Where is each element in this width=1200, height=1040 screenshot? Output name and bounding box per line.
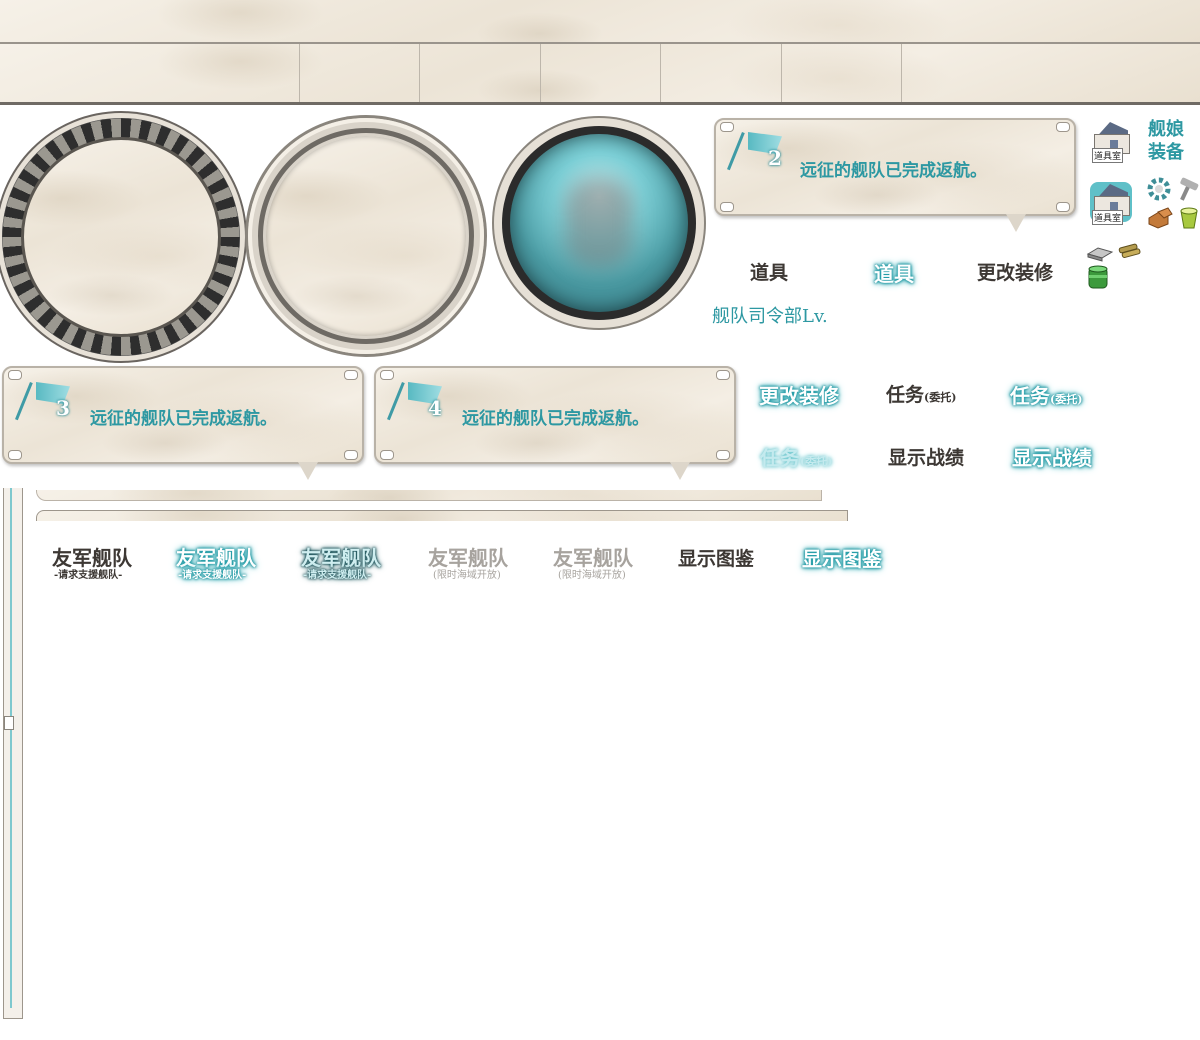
quest-sub: (委托) (924, 391, 957, 404)
quest-sub: (委托) (1050, 393, 1083, 406)
ring-dial-icon (248, 118, 484, 354)
bubble-corner (380, 370, 394, 380)
left-rail-accent (10, 488, 12, 1008)
expedition-message: 远征的舰队已完成返航。 (800, 161, 987, 181)
remodel-label[interactable]: 更改装修 (977, 258, 1053, 285)
bubble-tail (298, 462, 318, 480)
expedition-notice-fleet2[interactable]: 2 远征的舰队已完成返航。 (714, 118, 1076, 232)
gear-dial-icon (2, 118, 240, 356)
bubble-corner (1056, 202, 1070, 212)
bubble-corner (344, 450, 358, 460)
top-banner (0, 0, 1200, 105)
quest-sub: (委托) (800, 455, 833, 468)
bubble-corner (380, 450, 394, 460)
bubble-corner (344, 370, 358, 380)
quest-label-faded[interactable]: 任务(委托) (760, 442, 832, 471)
quest-text: 任务 (1010, 384, 1050, 408)
banner-cell (300, 44, 421, 102)
glass-dial-blur (564, 178, 634, 268)
friend-fleet-sub: -请求支援舰队- (178, 570, 247, 581)
expedition-message: 远征的舰队已完成返航。 (90, 409, 277, 429)
friend-fleet-sub: (限时海域开放) (558, 570, 626, 581)
rail-upper (36, 490, 822, 501)
ammo-icon (1118, 243, 1141, 259)
wrench-icon (1147, 177, 1171, 201)
bubble-corner (720, 202, 734, 212)
item-shop-tag: 道具室 (1092, 210, 1124, 225)
top-banner-lower (0, 44, 1200, 105)
friend-fleet-sub: -请求支援舰队- (54, 570, 123, 581)
item-shop-icon[interactable]: 道具室 (1090, 120, 1132, 163)
banner-cell (0, 44, 300, 102)
item-shop-icon-active[interactable]: 道具室 (1090, 182, 1132, 225)
equipment-label[interactable]: 装备 (1148, 138, 1184, 164)
expedition-notice-fleet3[interactable]: 3 远征的舰队已完成返航。 (2, 366, 364, 480)
glass-dial-icon (494, 118, 704, 328)
gear-dial-face (21, 137, 221, 337)
fleet-number: 2 (768, 146, 782, 170)
fleet-number: 3 (56, 396, 70, 420)
bubble-tail (1006, 214, 1026, 232)
banner-cell (541, 44, 662, 102)
banner-cell (661, 44, 782, 102)
fleet-number: 4 (428, 396, 442, 420)
quest-text: 任务 (760, 446, 800, 470)
bubble-tail (670, 462, 690, 480)
banner-cell (902, 44, 1200, 102)
friend-fleet-sub: (限时海域开放) (433, 570, 501, 581)
fuel-icon (1088, 265, 1108, 289)
record-label[interactable]: 显示战绩 (888, 443, 964, 470)
hammer-icon (1180, 177, 1199, 201)
bubble-corner (8, 370, 22, 380)
bubble-corner (716, 450, 730, 460)
hq-level-label: 舰队司令部Lv. (712, 306, 828, 327)
quest-text: 任务 (886, 384, 925, 406)
friend-fleet-sub: -请求支援舰队- (303, 570, 372, 581)
items-label[interactable]: 道具 (750, 258, 788, 285)
expedition-message: 远征的舰队已完成返航。 (462, 409, 649, 429)
bubble-corner (8, 450, 22, 460)
banner-cell (420, 44, 541, 102)
bubble-corner (1056, 122, 1070, 132)
encyclopedia-label-highlight[interactable]: 显示图鉴 (802, 543, 882, 572)
ring-dial-face (266, 136, 466, 336)
quest-label-highlight[interactable]: 任务(委托) (1010, 380, 1082, 409)
quest-label[interactable]: 任务(委托) (886, 380, 956, 407)
banner-cell (782, 44, 903, 102)
encyclopedia-label[interactable]: 显示图鉴 (678, 544, 754, 571)
expedition-notice-fleet4[interactable]: 4 远征的舰队已完成返航。 (374, 366, 736, 480)
top-banner-upper (0, 0, 1200, 44)
bubble-corner (716, 370, 730, 380)
item-shop-tag: 道具室 (1092, 148, 1124, 163)
bubble-corner (720, 122, 734, 132)
left-rail-notch (4, 716, 14, 730)
bucket-icon (1180, 207, 1198, 229)
steel-icon (1086, 247, 1114, 262)
record-label-highlight[interactable]: 显示战绩 (1012, 442, 1092, 471)
rail-lower (36, 510, 848, 521)
bauxite-icon (1148, 207, 1173, 229)
items-label-highlight[interactable]: 道具 (874, 258, 914, 287)
left-rail (3, 488, 23, 1019)
remodel-label-highlight[interactable]: 更改装修 (759, 380, 839, 409)
